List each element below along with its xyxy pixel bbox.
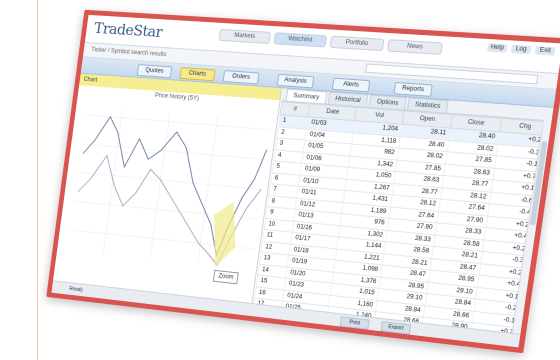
tab-options[interactable]: Options	[368, 94, 407, 110]
app-window: TradeStar Markets Watchlist Portfolio Ne…	[46, 9, 560, 354]
margin-rule	[37, 0, 38, 360]
help-link[interactable]: Help	[486, 43, 508, 53]
log-link[interactable]: Log	[510, 44, 532, 55]
zoom-chip[interactable]: Zoom	[212, 269, 240, 285]
nav-charts[interactable]: Charts	[179, 67, 216, 82]
top-tab-portfolio[interactable]: Portfolio	[329, 35, 385, 52]
data-table: # Date Vol Open Close Chg 1 01/03 1,204 28.…	[253, 101, 552, 341]
top-tab-watchlist[interactable]: Watchlist	[273, 32, 328, 48]
price-chart[interactable]	[56, 95, 278, 279]
subbar-label: Ticker / Symbol search results	[90, 47, 167, 59]
top-tab-news[interactable]: News	[386, 39, 444, 55]
chart-panel: Chart Price history (5Y) Zoom	[52, 73, 283, 305]
status-text: Ready	[68, 286, 83, 294]
data-panel: Summary Historical Options Statistics # …	[253, 88, 554, 341]
series-line-2	[70, 153, 264, 268]
top-right-links: Help Log Exit	[486, 43, 556, 56]
table-body: 1 01/03 1,204 28.11 28.40 +0.29 2 01/04 1,118 28.…	[253, 114, 549, 341]
nav-quotes[interactable]: Quotes	[136, 64, 173, 79]
nav-orders[interactable]: Orders	[222, 70, 260, 85]
top-tabs: Markets Watchlist Portfolio News	[218, 28, 444, 55]
chart-grid	[68, 105, 272, 269]
app-logo: TradeStar	[93, 19, 164, 41]
tab-statistics[interactable]: Statistics	[406, 97, 449, 113]
nav-analysis[interactable]: Analysis	[276, 73, 315, 89]
app-frame: TradeStar Markets Watchlist Portfolio Ne…	[46, 9, 560, 354]
exit-link[interactable]: Exit	[534, 46, 556, 56]
print-button[interactable]: Print	[339, 316, 370, 330]
nav-reports[interactable]: Reports	[393, 81, 433, 97]
export-button[interactable]: Export	[380, 321, 412, 335]
nav-alerts[interactable]: Alerts	[331, 77, 371, 93]
tab-summary[interactable]: Summary	[285, 88, 328, 104]
series-line-1	[71, 115, 269, 259]
top-tab-markets[interactable]: Markets	[218, 28, 272, 44]
